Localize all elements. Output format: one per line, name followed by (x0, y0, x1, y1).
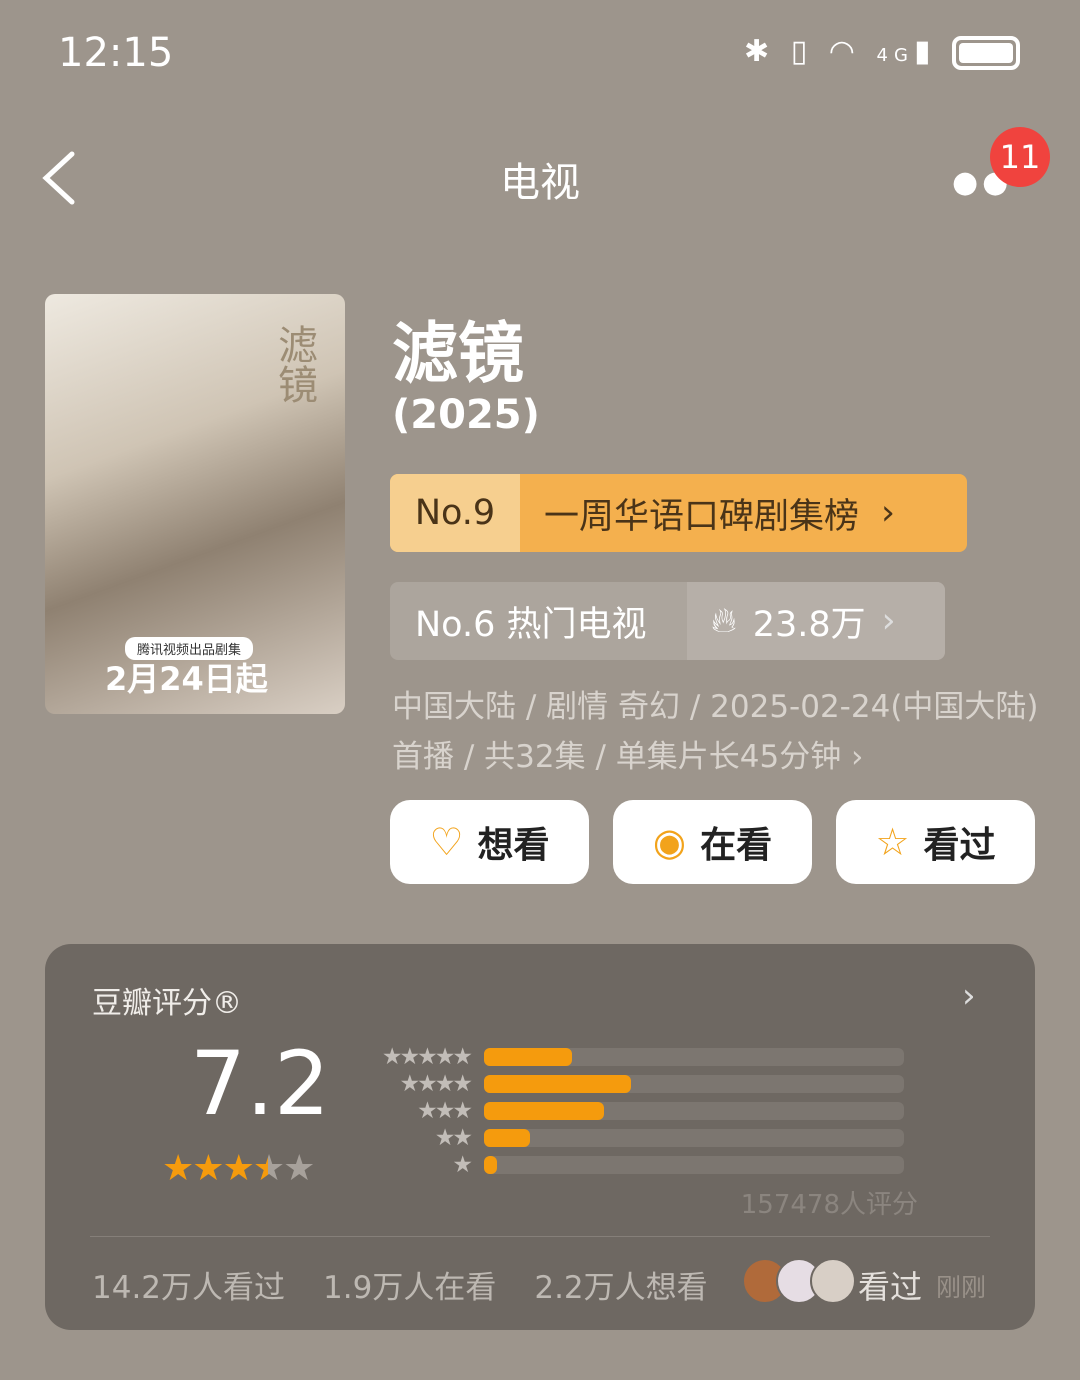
rating-bar-fill (484, 1155, 497, 1174)
heat-value: 23.8万 (752, 604, 866, 645)
fire-icon: 🔥︎ (711, 601, 737, 641)
rank-number: No.9 (390, 474, 520, 552)
rating-score: 7.2 (190, 1032, 330, 1135)
divider (90, 1236, 990, 1237)
rating-row-2-star: ★★ (360, 1124, 904, 1151)
watched-button[interactable]: ☆ 看过 (836, 800, 1035, 884)
rating-bar-fill (484, 1128, 531, 1147)
button-label: 想看 (477, 825, 550, 866)
rating-distribution: ★★★★★ ★★★★ ★★★ ★★ ★ (360, 1043, 904, 1178)
watching-count: 1.9万人在看 (323, 1270, 497, 1306)
rank-label: 一周华语口碑剧集榜 (544, 496, 860, 537)
rating-row-4-star: ★★★★ (360, 1070, 904, 1097)
star-icon: ★★★ (417, 1097, 473, 1124)
rating-bar-fill (484, 1101, 604, 1120)
star-icon: ★ (162, 1148, 194, 1189)
avatar (810, 1258, 856, 1304)
friend-time: 刚刚 (936, 1273, 987, 1302)
star-icon: ★ (283, 1148, 315, 1189)
button-label: 看过 (923, 825, 996, 866)
chevron-right-icon: › (881, 493, 896, 533)
star-half-icon: ★ (252, 1148, 285, 1189)
rating-bar-track (484, 1047, 904, 1066)
watching-button[interactable]: ◉ 在看 (613, 800, 812, 884)
poster-title: 滤镜 (271, 324, 317, 404)
battery-icon (952, 35, 1020, 70)
star-icon: ★ (192, 1148, 224, 1189)
want-to-watch-button[interactable]: ♡ 想看 (390, 800, 589, 884)
show-name: 滤镜 (392, 315, 524, 392)
rating-row-5-star: ★★★★★ (360, 1043, 904, 1070)
vibrate-icon: ▯ (790, 34, 814, 69)
rating-bar-track (484, 1101, 904, 1120)
star-outline-icon: ☆ (875, 820, 910, 864)
target-icon: ◉ (652, 820, 687, 864)
rating-count: 157478人评分 (740, 1190, 918, 1220)
star-icon: ★★ (434, 1124, 473, 1151)
star-icon: ★ (452, 1151, 473, 1178)
rating-bar-track (484, 1128, 904, 1147)
rating-bar-fill (484, 1074, 631, 1093)
rating-bar-fill (484, 1047, 573, 1066)
show-year: (2025) (392, 392, 540, 438)
notification-badge: 11 (990, 127, 1050, 187)
rank-secondary[interactable]: No.6 热门电视 🔥︎ 23.8万 › (390, 582, 945, 660)
chevron-right-icon[interactable]: › (962, 976, 976, 1016)
rating-bar-track (484, 1155, 904, 1174)
page-title: 电视 (500, 160, 580, 206)
stats-row: 14.2万人看过 1.9万人在看 2.2万人想看 (92, 1262, 708, 1307)
star-icon: ★★★★ (399, 1070, 473, 1097)
poster-image[interactable]: 滤镜 腾讯视频出品剧集 2月24日起 (45, 294, 345, 714)
chevron-right-icon: › (881, 601, 896, 641)
status-icons: ✱ ▯ ◠ 4G▮ (744, 34, 1020, 70)
star-icon: ★★★★★ (381, 1043, 473, 1070)
friend-avatars[interactable] (742, 1258, 856, 1304)
heart-plus-icon: ♡ (429, 820, 464, 864)
wifi-icon: ◠ (828, 34, 861, 69)
show-meta[interactable]: 中国大陆 / 剧情 奇幻 / 2025-02-24(中国大陆)首播 / 共32集… (392, 682, 1042, 782)
bluetooth-icon: ✱ (744, 34, 776, 69)
rank-primary[interactable]: No.9 一周华语口碑剧集榜 › (390, 474, 967, 552)
star-icon: ★ (222, 1148, 255, 1189)
rating-row-3-star: ★★★ (360, 1097, 904, 1124)
rating-bar-track (484, 1074, 904, 1093)
rating-stars: ★★★★★ (162, 1148, 315, 1189)
poster-date: 2月24日起 (105, 660, 268, 698)
rating-row-1-star: ★ (360, 1151, 904, 1178)
rating-title: 豆瓣评分® (92, 986, 242, 1021)
want-count: 2.2万人想看 (534, 1270, 708, 1306)
friend-action: 看过 (858, 1268, 923, 1306)
status-time: 12:15 (58, 30, 174, 76)
watched-count: 14.2万人看过 (92, 1270, 286, 1306)
signal-icon: 4G (876, 45, 914, 66)
rank-secondary-label: No.6 热门电视 (415, 604, 647, 645)
button-label: 在看 (700, 825, 773, 866)
